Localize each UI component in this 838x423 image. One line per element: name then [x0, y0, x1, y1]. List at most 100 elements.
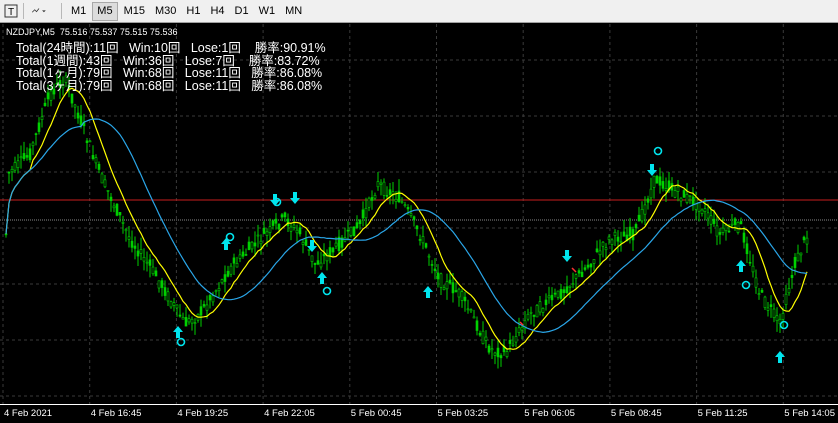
candle-body [655, 175, 659, 184]
candle-body [121, 222, 125, 224]
candle-body [364, 208, 368, 219]
down-arrow-icon [562, 250, 572, 262]
timeframe-w1-button[interactable]: W1 [255, 2, 280, 21]
time-label: 5 Feb 03:25 [437, 408, 489, 419]
candle-body [346, 229, 350, 232]
candle-body [256, 234, 260, 237]
candle-body [406, 207, 410, 210]
candle-body [469, 309, 473, 312]
price-chart[interactable]: NZDJPY,M5 75.516 75.537 75.515 75.536 To… [0, 24, 838, 423]
candle-body [607, 236, 611, 240]
candle-body [700, 209, 704, 214]
candle-body [292, 224, 296, 228]
candle-body [106, 190, 110, 192]
candle-body [592, 259, 596, 264]
candle-body [796, 252, 800, 262]
candle-body [721, 227, 725, 233]
candle-body [133, 245, 137, 249]
candle-body [277, 223, 281, 230]
candle-body [283, 212, 287, 218]
candle-body [448, 279, 452, 284]
candle-body [730, 223, 734, 226]
candle-body [787, 288, 791, 294]
candle-body [616, 236, 620, 242]
candle-body [199, 306, 203, 316]
candle-body [517, 327, 521, 333]
timeframe-mn-button[interactable]: MN [281, 2, 306, 21]
candle-body [634, 224, 638, 229]
candle-body [565, 286, 569, 294]
candle-body [727, 230, 731, 233]
candle-body [409, 213, 413, 216]
symbol-info: NZDJPY,M5 75.516 75.537 75.515 75.536 [6, 27, 178, 37]
candle-body [562, 289, 566, 294]
candle-body [556, 290, 560, 298]
candle-body [709, 215, 713, 225]
candle-body [544, 299, 548, 306]
candle-body [40, 116, 44, 120]
candle-body [22, 153, 26, 160]
candle-body [28, 148, 32, 161]
timeframe-h1-button[interactable]: H1 [182, 2, 204, 21]
candle-body [529, 311, 533, 314]
timeframe-d1-button[interactable]: D1 [231, 2, 253, 21]
candle-body [322, 253, 326, 257]
candle-body [436, 272, 440, 280]
candle-body [493, 352, 497, 356]
candle-body [457, 288, 461, 298]
candle-body [103, 179, 107, 188]
timeframe-h4-button[interactable]: H4 [206, 2, 228, 21]
candle-body [775, 315, 779, 322]
candle-body [331, 247, 335, 253]
candle-body [649, 188, 653, 199]
candle-body [475, 320, 479, 331]
candle-body [70, 93, 74, 104]
candle-body [673, 190, 677, 198]
candle-body [244, 254, 248, 256]
slow-moving-average [5, 118, 808, 334]
candle-body [568, 285, 572, 288]
time-axis: 4 Feb 2021 4 Feb 16:45 4 Feb 19:25 4 Feb 22… [0, 404, 838, 423]
candle-body [184, 317, 188, 327]
candle-body [622, 231, 626, 237]
candle-body [220, 279, 224, 284]
timeframe-m5-button[interactable]: M5 [92, 1, 118, 21]
candle-body [781, 313, 785, 320]
up-arrow-icon [736, 260, 746, 272]
toolbar-separator [61, 3, 62, 19]
candle-body [454, 290, 458, 292]
candle-body [127, 236, 131, 240]
timeframe-m1-button[interactable]: M1 [67, 2, 90, 21]
timeframe-m30-button[interactable]: M30 [151, 2, 180, 21]
candle-body [754, 277, 758, 288]
candle-body [178, 314, 182, 317]
candle-body [793, 257, 797, 268]
candle-body [154, 270, 158, 277]
candle-body [745, 243, 749, 255]
candle-body [595, 248, 599, 252]
candle-body [511, 343, 515, 346]
timeframe-m15-button[interactable]: M15 [120, 2, 149, 21]
candle-body [532, 314, 536, 317]
candle-body [763, 296, 767, 308]
candle-body [118, 212, 122, 216]
objects-dropdown-icon[interactable] [31, 3, 47, 19]
candle-body [229, 265, 233, 275]
candle-body [262, 227, 266, 234]
candle-body [214, 290, 218, 293]
time-label: 5 Feb 14:05 [784, 408, 836, 419]
candle-body [784, 293, 788, 305]
fast-moving-average [5, 87, 808, 350]
text-tool-icon[interactable]: T [3, 3, 19, 19]
candle-body [37, 122, 41, 132]
candle-body [541, 308, 545, 313]
candle-body [589, 263, 593, 268]
candle-body [202, 304, 206, 307]
stats-24h: Total(24時間):11回 Win:10回 Lose:1回 勝率:90.91… [16, 41, 326, 55]
candle-body [718, 232, 722, 235]
candle-body [358, 219, 362, 224]
candle-body [706, 212, 710, 219]
candle-body [445, 281, 449, 290]
candle-body [736, 222, 740, 233]
candle-body [601, 241, 605, 247]
